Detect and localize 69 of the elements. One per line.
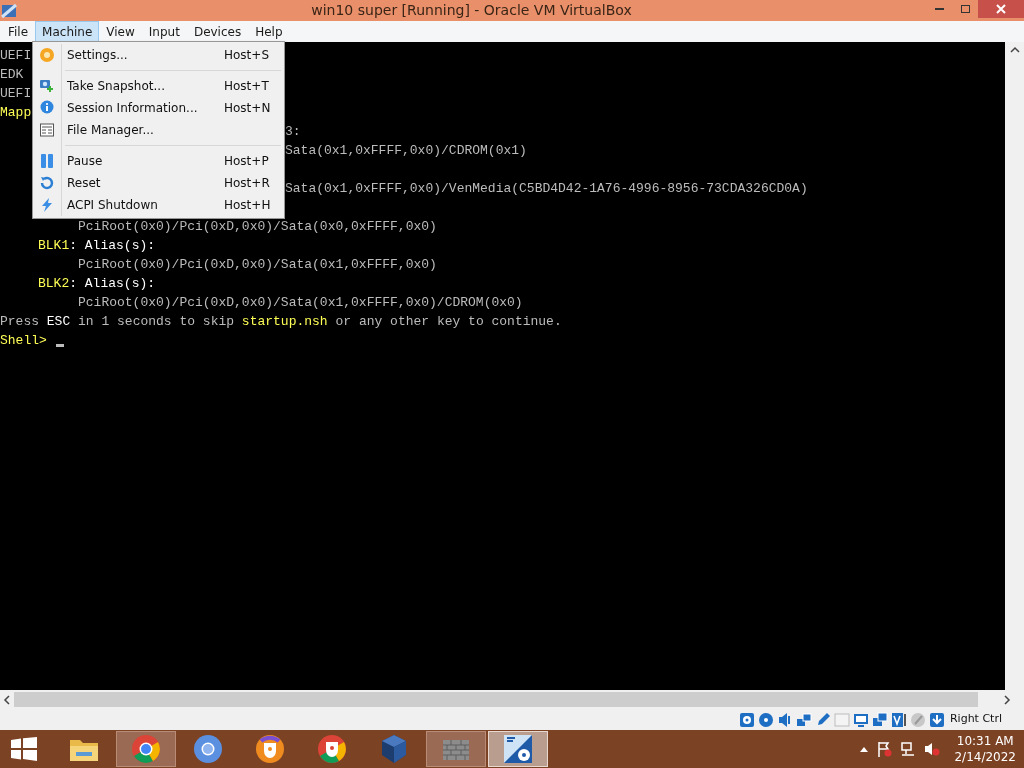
console-text: UEFI xyxy=(0,86,32,101)
vm-screen[interactable] xyxy=(0,42,1005,690)
scroll-up-icon[interactable] xyxy=(1009,46,1020,54)
menu-item[interactable]: Pause Host+P xyxy=(33,150,284,172)
console-text: PciRoot(0x0)/Pci(0xD,0x0)/Sata(0x1,0xFFFF,0x0)/CDROM(0x0) xyxy=(78,295,523,310)
window-title: win10 super [Running] - Oracle VM VirtualBox xyxy=(310,1,633,20)
shield-icon xyxy=(253,732,287,766)
console-text: BLK2 xyxy=(38,276,70,291)
flag-icon[interactable] xyxy=(876,741,893,757)
scroll-left-icon[interactable] xyxy=(3,694,11,705)
scroll-right-icon[interactable] xyxy=(1003,694,1011,705)
monitor-icon[interactable] xyxy=(852,711,869,728)
close-icon xyxy=(996,4,1006,14)
console-text: startup.nsh xyxy=(241,314,328,329)
document-list-icon xyxy=(39,122,55,138)
menu-bar-item[interactable]: Devices xyxy=(186,21,249,42)
console-text: or any other key to continue. xyxy=(334,314,562,329)
browser-icon xyxy=(129,732,163,766)
speaker-icon[interactable] xyxy=(776,711,793,728)
shell-prompt: Shell> xyxy=(0,333,47,348)
console-text: 3: xyxy=(285,124,301,139)
network-icon[interactable] xyxy=(795,711,812,728)
menu-item[interactable]: Take Snapshot... Host+T xyxy=(33,75,284,97)
host-key-label: Right Ctrl xyxy=(949,711,1002,728)
console-text: in 1 seconds to skip xyxy=(77,314,236,329)
console-text: PciRoot(0x0)/Pci(0xD,0x0)/Sata(0x0,0xFFFF,0x0) xyxy=(78,219,437,234)
menu-item[interactable]: Reset Host+R xyxy=(33,172,284,194)
info-icon xyxy=(39,100,55,116)
clock-time[interactable]: 10:31 AM xyxy=(956,733,1014,749)
clock-date[interactable]: 2/14/2022 xyxy=(954,749,1016,765)
console-text: PciRoot(0x0)/Pci(0xD,0x0)/Sata(0x1,0xFFFF,0x0) xyxy=(78,257,437,272)
console-text: EDK xyxy=(0,67,24,82)
gear-icon xyxy=(39,47,55,63)
lightning-icon xyxy=(39,197,55,213)
network-icon[interactable] xyxy=(900,741,917,757)
menu-item[interactable]: Session Information... Host+N xyxy=(33,97,284,119)
menu-item[interactable]: Settings... Host+S xyxy=(33,44,284,66)
scrollbar-thumb[interactable] xyxy=(14,692,978,707)
console-text: BLK1 xyxy=(38,238,70,253)
shield-icon xyxy=(315,732,349,766)
optical-disc-icon[interactable] xyxy=(757,711,774,728)
menu-bar-item[interactable]: Input xyxy=(141,21,187,42)
menu-item[interactable]: ACPI Shutdown Host+H xyxy=(33,194,284,216)
console-text: Press xyxy=(0,314,40,329)
console-text: ESC xyxy=(46,314,71,329)
windows-logo-icon xyxy=(11,737,37,761)
console-text: Sata(0x1,0xFFFF,0x0)/CDROM(0x1) xyxy=(285,143,527,158)
text-cursor xyxy=(55,344,64,347)
circular-arrow-icon xyxy=(39,175,55,191)
menu-bar-item[interactable]: Machine xyxy=(35,21,100,42)
console-text: UEFI xyxy=(0,48,32,63)
tray-expand-icon[interactable] xyxy=(860,746,869,752)
console-text: : Alias(s): xyxy=(69,276,156,291)
console-text: Sata(0x1,0xFFFF,0x0)/VenMedia(C5BD4D42-1A76-4996-8956-73CDA326CD0A) xyxy=(285,181,808,196)
console-text: Mapp xyxy=(0,105,32,120)
close-button[interactable] xyxy=(978,0,1024,18)
muted-speaker-icon[interactable] xyxy=(924,741,941,757)
menu-bar-item[interactable]: View xyxy=(99,21,142,42)
browser-icon xyxy=(191,732,225,766)
console-text: : Alias(s): xyxy=(69,238,156,253)
app-icon[interactable] xyxy=(1,2,17,19)
menu-item[interactable]: File Manager... xyxy=(33,119,284,141)
menu-bar-item[interactable]: Help xyxy=(248,21,290,42)
pause-icon xyxy=(39,153,55,169)
menu-bar-item[interactable]: File xyxy=(1,21,36,42)
disc-box-icon xyxy=(501,732,535,766)
v-badge-icon[interactable] xyxy=(890,711,907,728)
windows-stack-icon[interactable] xyxy=(871,711,888,728)
camera-plus-icon xyxy=(39,78,55,94)
